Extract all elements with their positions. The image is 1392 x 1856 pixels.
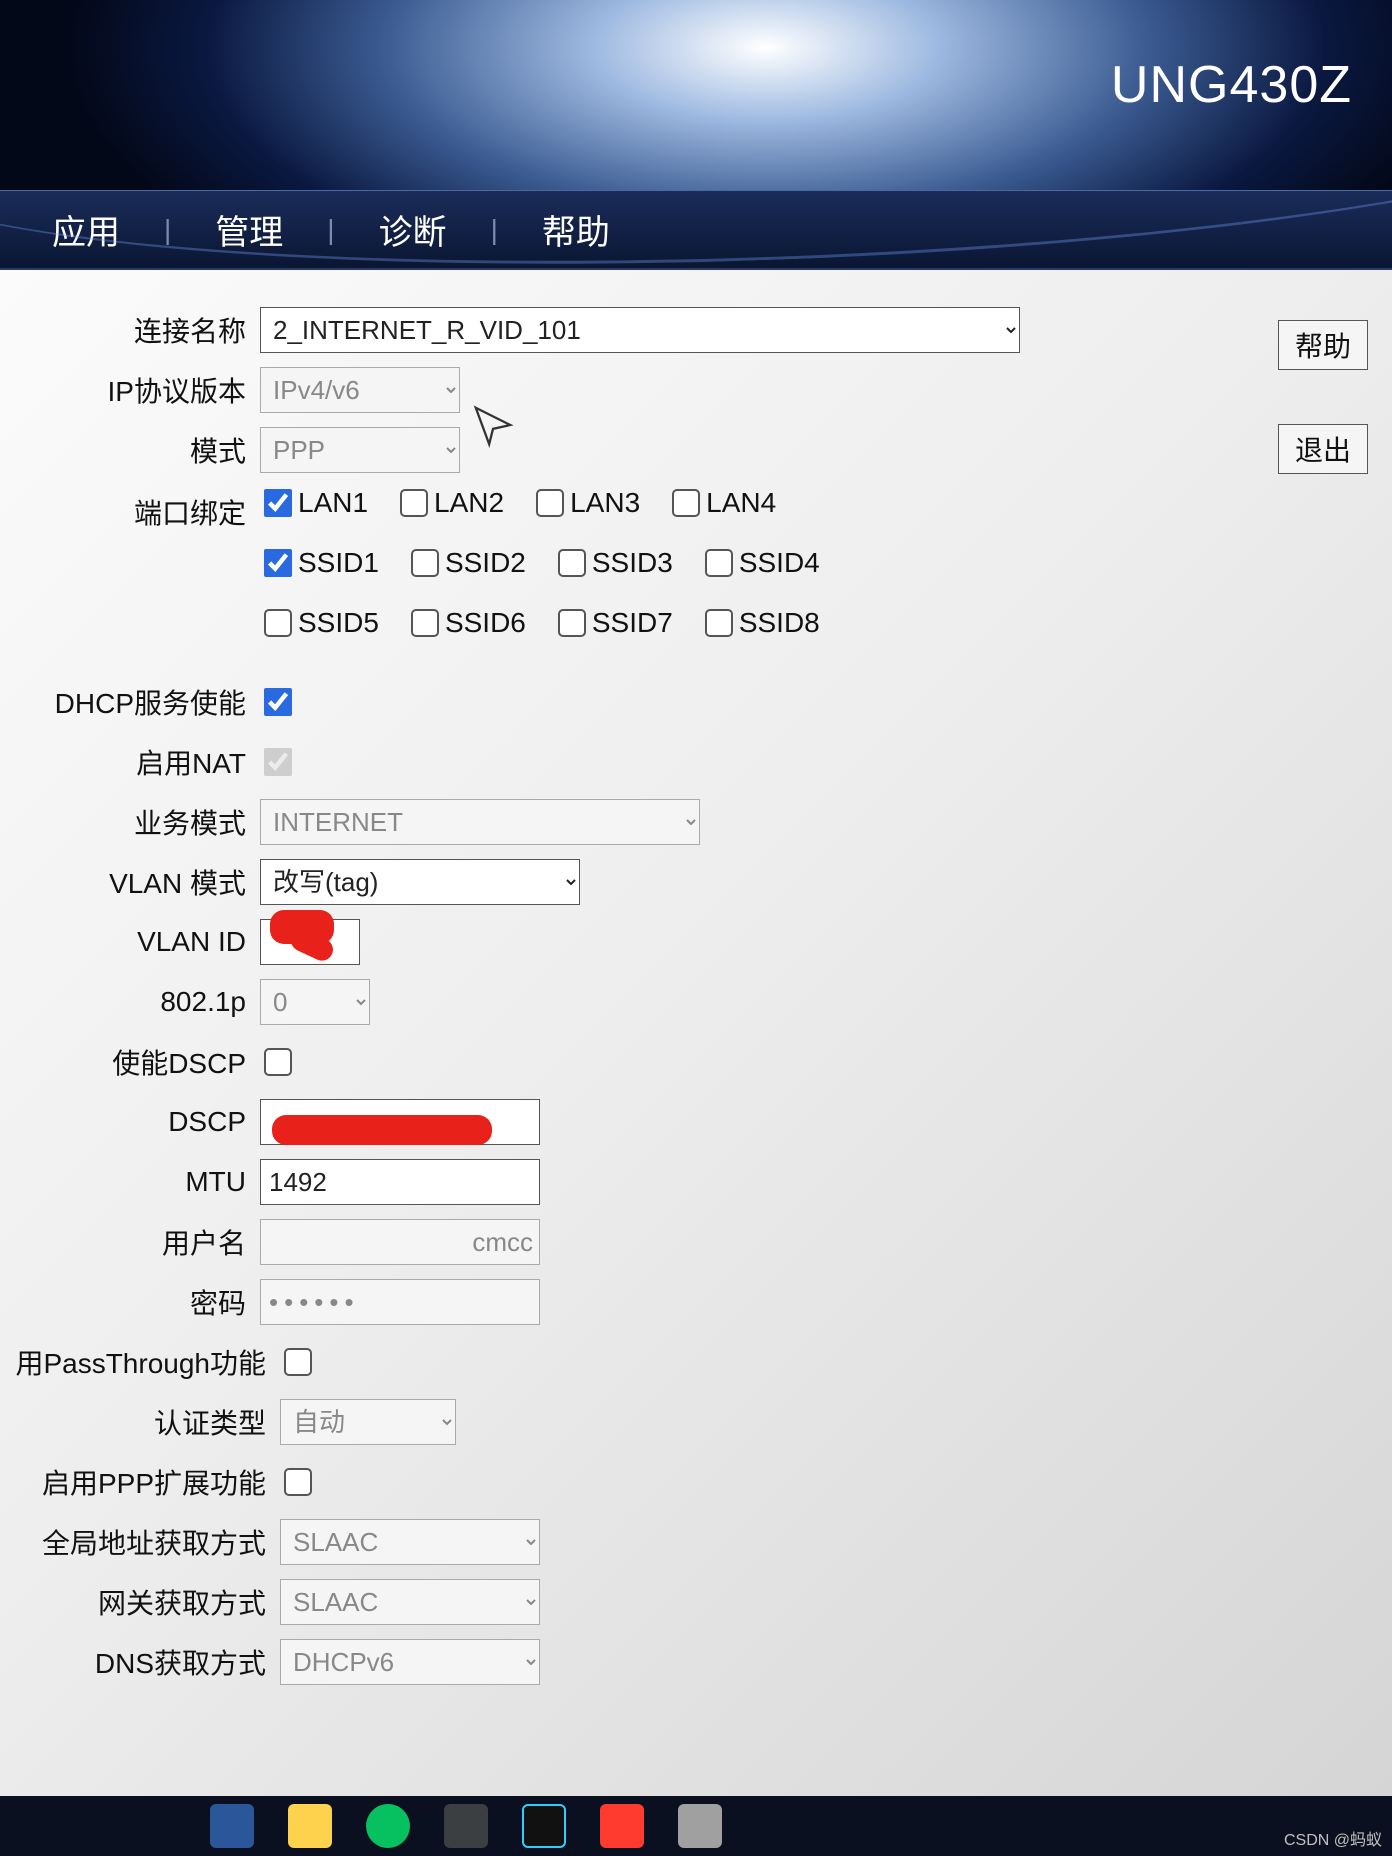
app-icon[interactable] [522, 1804, 566, 1848]
vlan-mode-select[interactable]: 改写(tag) [260, 859, 580, 905]
app-icon[interactable] [600, 1804, 644, 1848]
dhcp-checkbox[interactable] [264, 688, 292, 716]
device-model: UNG430Z [1111, 55, 1352, 115]
header-banner: UNG430Z [0, 0, 1392, 190]
p8021-select[interactable]: 0 [260, 979, 370, 1025]
conn-name-label: 连接名称 [0, 310, 260, 350]
passthrough-checkbox[interactable] [284, 1348, 312, 1376]
port-ssid7-checkbox[interactable] [558, 609, 586, 637]
global-select[interactable]: SLAAC [280, 1519, 540, 1565]
port-lan2-label: LAN2 [434, 487, 504, 519]
redaction-mark-icon [270, 910, 334, 944]
port-ssid5[interactable]: SSID5 [260, 606, 379, 640]
svc-label: 业务模式 [0, 802, 260, 842]
port-ssid8[interactable]: SSID8 [701, 606, 820, 640]
port-ssid3[interactable]: SSID3 [554, 546, 673, 580]
dhcp-label: DHCP服务使能 [0, 682, 260, 722]
port-ssid1-checkbox[interactable] [264, 549, 292, 577]
dns-select[interactable]: DHCPv6 [280, 1639, 540, 1685]
port-ssid2-checkbox[interactable] [411, 549, 439, 577]
auth-label: 认证类型 [0, 1402, 280, 1442]
pwd-input[interactable] [260, 1279, 540, 1325]
port-lan4[interactable]: LAN4 [668, 486, 776, 520]
gw-select[interactable]: SLAAC [280, 1579, 540, 1625]
word-icon[interactable] [210, 1804, 254, 1848]
watermark-text: CSDN @蚂蚁 [1284, 1826, 1382, 1850]
wechat-icon[interactable] [366, 1804, 410, 1848]
dns-label: DNS获取方式 [0, 1642, 280, 1682]
port-ssid3-checkbox[interactable] [558, 549, 586, 577]
pwd-label: 密码 [0, 1282, 260, 1322]
passthrough-label: 用PassThrough功能 [0, 1342, 280, 1382]
port-lan2-checkbox[interactable] [400, 489, 428, 517]
mode-label: 模式 [0, 430, 260, 470]
ppp-ext-checkbox[interactable] [284, 1468, 312, 1496]
p8021-label: 802.1p [0, 986, 260, 1018]
port-bind-group: LAN1 LAN2 LAN3 LAN4 SSID1 SSID2 SSID3 SSID4 SSID… [260, 486, 1060, 658]
windows-taskbar [0, 1796, 1392, 1856]
port-lan1[interactable]: LAN1 [260, 486, 368, 520]
dscp-en-checkbox[interactable] [264, 1048, 292, 1076]
mtu-input[interactable] [260, 1159, 540, 1205]
port-lan1-checkbox[interactable] [264, 489, 292, 517]
mode-select[interactable]: PPP [260, 427, 460, 473]
port-ssid7-label: SSID7 [592, 607, 673, 639]
port-ssid6-label: SSID6 [445, 607, 526, 639]
port-lan4-label: LAN4 [706, 487, 776, 519]
svc-select[interactable]: INTERNET [260, 799, 700, 845]
port-ssid6-checkbox[interactable] [411, 609, 439, 637]
ppp-ext-label: 启用PPP扩展功能 [0, 1462, 280, 1502]
ip-ver-label: IP协议版本 [0, 370, 260, 410]
port-ssid2[interactable]: SSID2 [407, 546, 526, 580]
auth-select[interactable]: 自动 [280, 1399, 456, 1445]
cursor-icon [470, 402, 516, 448]
ip-ver-select[interactable]: IPv4/v6 [260, 367, 460, 413]
vlan-mode-label: VLAN 模式 [0, 862, 260, 902]
port-ssid4[interactable]: SSID4 [701, 546, 820, 580]
user-input[interactable] [260, 1219, 540, 1265]
user-label: 用户名 [0, 1222, 260, 1262]
port-lan3-label: LAN3 [570, 487, 640, 519]
port-lan4-checkbox[interactable] [672, 489, 700, 517]
port-ssid7[interactable]: SSID7 [554, 606, 673, 640]
port-ssid5-label: SSID5 [298, 607, 379, 639]
port-ssid8-checkbox[interactable] [705, 609, 733, 637]
port-ssid3-label: SSID3 [592, 547, 673, 579]
help-button[interactable]: 帮助 [1278, 320, 1368, 370]
port-ssid2-label: SSID2 [445, 547, 526, 579]
dscp-en-label: 使能DSCP [0, 1042, 260, 1082]
form-area: 连接名称 2_INTERNET_R_VID_101 IP协议版本 IPv4/v6… [0, 270, 1392, 1796]
port-ssid1[interactable]: SSID1 [260, 546, 379, 580]
mtu-label: MTU [0, 1166, 260, 1198]
app-icon[interactable] [678, 1804, 722, 1848]
port-bind-label: 端口绑定 [0, 486, 260, 532]
port-ssid6[interactable]: SSID6 [407, 606, 526, 640]
port-ssid4-checkbox[interactable] [705, 549, 733, 577]
port-lan3-checkbox[interactable] [536, 489, 564, 517]
intellij-icon[interactable] [444, 1804, 488, 1848]
redaction-mark-icon [272, 1115, 492, 1145]
port-lan1-label: LAN1 [298, 487, 368, 519]
port-lan3[interactable]: LAN3 [532, 486, 640, 520]
port-ssid1-label: SSID1 [298, 547, 379, 579]
port-ssid5-checkbox[interactable] [264, 609, 292, 637]
port-ssid8-label: SSID8 [739, 607, 820, 639]
exit-button[interactable]: 退出 [1278, 424, 1368, 474]
gw-label: 网关获取方式 [0, 1582, 280, 1622]
nat-checkbox [264, 748, 292, 776]
nat-label: 启用NAT [0, 742, 260, 782]
global-label: 全局地址获取方式 [0, 1522, 280, 1562]
dscp-label: DSCP [0, 1106, 260, 1138]
vlan-id-label: VLAN ID [0, 926, 260, 958]
conn-name-select[interactable]: 2_INTERNET_R_VID_101 [260, 307, 1020, 353]
port-lan2[interactable]: LAN2 [396, 486, 504, 520]
port-ssid4-label: SSID4 [739, 547, 820, 579]
folder-icon[interactable] [288, 1804, 332, 1848]
